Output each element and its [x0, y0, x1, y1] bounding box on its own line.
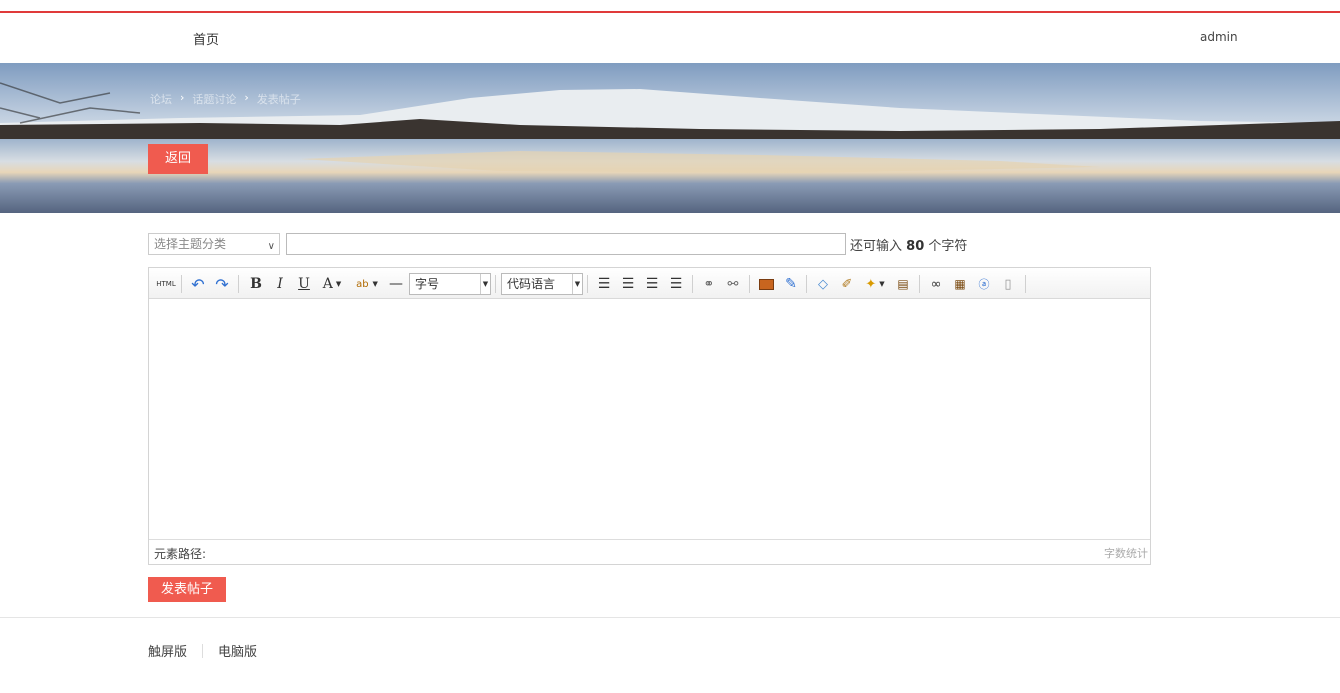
breadcrumb-item: 发表帖子	[256, 93, 301, 106]
link-icon[interactable]: ⚭	[700, 274, 718, 294]
element-path-label: 元素路径:	[154, 547, 207, 561]
top-nav: 首页 admin	[0, 13, 1340, 63]
chevron-down-icon: ▼	[572, 274, 582, 294]
toolbar-divider	[495, 275, 496, 293]
word-count-label: 字数统计	[1104, 547, 1148, 560]
toolbar-divider	[1025, 275, 1026, 293]
toolbar-divider	[749, 275, 750, 293]
remaining-chars: 还可输入 80 个字符	[850, 235, 967, 254]
chevron-right-icon: ›	[244, 91, 249, 104]
breadcrumb-item[interactable]: 论坛	[150, 91, 172, 107]
rich-text-editor: HTML ↶ ↷ B I U A ▼ ab ▼ — 字号 ▼ 代码语言 ▼ ☰ ☰ …	[148, 267, 1151, 565]
redo-icon[interactable]: ↷	[213, 274, 231, 294]
post-header-row: 选择主题分类 ∨ 还可输入 80 个字符	[148, 233, 1150, 255]
underline-icon[interactable]: U	[295, 274, 313, 294]
unlink-icon[interactable]: ⚯	[724, 274, 742, 294]
align-left-icon[interactable]: ☰	[595, 274, 613, 294]
editor-content-area[interactable]	[149, 299, 1150, 539]
eraser-icon[interactable]: ◇	[814, 274, 832, 294]
pc-version-link[interactable]: 电脑版	[218, 641, 257, 660]
magic-wand-icon[interactable]: ✦ ▼	[862, 274, 888, 294]
remain-count: 80	[906, 239, 925, 254]
back-button[interactable]: 返回	[148, 144, 208, 174]
title-input[interactable]	[286, 233, 846, 255]
banner-image: 论坛 › 话题讨论 › 发表帖子 返回	[0, 63, 1340, 213]
html-source-icon[interactable]: HTML	[155, 274, 177, 294]
format-brush-icon[interactable]: ✐	[838, 274, 856, 294]
breadcrumb-item[interactable]: 话题讨论	[192, 91, 236, 107]
highlight-icon[interactable]: ab ▼	[353, 274, 381, 294]
editor-toolbar: HTML ↶ ↷ B I U A ▼ ab ▼ — 字号 ▼ 代码语言 ▼ ☰ ☰ …	[149, 268, 1150, 299]
category-select-label: 选择主题分类	[154, 237, 227, 251]
align-right-icon[interactable]: ☰	[643, 274, 661, 294]
image-icon[interactable]	[757, 274, 775, 294]
code-language-label: 代码语言	[507, 277, 556, 291]
toolbar-divider	[692, 275, 693, 293]
landscape-picture	[0, 63, 1340, 213]
align-center-icon[interactable]: ☰	[619, 274, 637, 294]
chevron-right-icon: ›	[180, 91, 185, 104]
select-all-icon[interactable]: ⓐ	[975, 274, 993, 294]
remain-suffix: 个字符	[928, 239, 968, 254]
breadcrumb: 论坛 › 话题讨论 › 发表帖子	[150, 91, 301, 107]
toolbar-divider	[587, 275, 588, 293]
toolbar-divider	[181, 275, 182, 293]
paste-icon[interactable]: ▦	[951, 274, 969, 294]
chevron-down-icon: ▼	[480, 274, 490, 294]
toolbar-divider	[919, 275, 920, 293]
italic-icon[interactable]: I	[271, 274, 289, 294]
editor-statusbar: 元素路径: 字数统计	[149, 539, 1150, 564]
font-color-icon[interactable]: A ▼	[319, 274, 345, 294]
category-select[interactable]: 选择主题分类 ∨	[148, 233, 280, 255]
nav-home-link[interactable]: 首页	[193, 29, 219, 48]
touch-version-link[interactable]: 触屏版	[148, 641, 187, 660]
attachment-icon[interactable]: ✎	[782, 274, 800, 294]
new-document-icon[interactable]: ▯	[999, 274, 1017, 294]
font-size-select[interactable]: 字号 ▼	[409, 273, 491, 295]
find-replace-icon[interactable]: ∞	[927, 274, 945, 294]
remain-prefix: 还可输入	[850, 239, 903, 254]
toolbar-divider	[238, 275, 239, 293]
font-size-label: 字号	[415, 277, 440, 291]
paste-text-icon[interactable]: ▤	[894, 274, 912, 294]
footer-separator	[202, 643, 204, 658]
submit-post-button[interactable]: 发表帖子	[148, 577, 226, 602]
footer-divider	[0, 617, 1340, 618]
align-justify-icon[interactable]: ☰	[667, 274, 685, 294]
bold-icon[interactable]: B	[247, 274, 265, 294]
code-language-select[interactable]: 代码语言 ▼	[501, 273, 583, 295]
chevron-down-icon: ∨	[267, 241, 275, 252]
undo-icon[interactable]: ↶	[189, 274, 207, 294]
footer: 触屏版 电脑版	[148, 641, 257, 660]
toolbar-divider	[806, 275, 807, 293]
user-link[interactable]: admin	[1200, 30, 1238, 44]
horizontal-rule-icon[interactable]: —	[387, 274, 405, 294]
